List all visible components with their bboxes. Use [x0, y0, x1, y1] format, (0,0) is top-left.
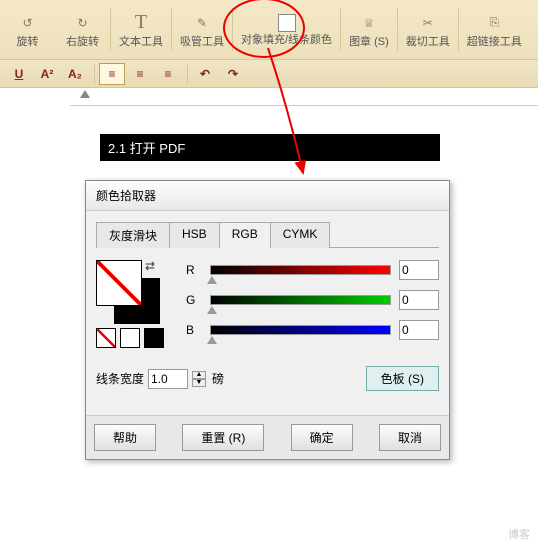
eyedropper-icon: ✎ [191, 12, 213, 34]
line-width-label: 线条宽度 [96, 370, 144, 387]
superscript-button[interactable]: A² [34, 63, 60, 85]
text-tool-button[interactable]: T文本工具 [111, 4, 171, 55]
dialog-title: 颜色拾取器 [86, 181, 449, 211]
fill-swatch[interactable]: ⇄ [96, 260, 142, 306]
fill-color-icon [278, 14, 296, 32]
align-right-button[interactable]: ≡ [155, 63, 181, 85]
redo-button[interactable]: ↷ [220, 63, 246, 85]
doc-heading: 2.1 打开 PDF [100, 134, 440, 161]
crop-icon: ✂ [417, 12, 439, 34]
rotate-right-button[interactable]: ↻右旋转 [55, 4, 110, 55]
line-width-spinner[interactable]: ▲▼ [192, 371, 206, 387]
r-input[interactable] [399, 260, 439, 280]
g-label: G [186, 293, 202, 307]
rotate-left-button[interactable]: ↺旋转 [0, 4, 55, 55]
subscript-button[interactable]: A₂ [62, 63, 88, 85]
swap-icon[interactable]: ⇄ [145, 259, 155, 273]
b-input[interactable] [399, 320, 439, 340]
ruler [70, 88, 538, 106]
tab-cmyk[interactable]: CYMK [270, 222, 331, 248]
swatch-area: ⇄ [96, 260, 176, 350]
none-swatch[interactable] [96, 328, 116, 348]
fill-stroke-color-button[interactable]: 对象填充/线条颜色 [233, 4, 340, 55]
g-slider[interactable] [210, 295, 391, 305]
color-mode-tabs: 灰度滑块 HSB RGB CYMK [96, 221, 439, 248]
rgb-sliders: R G B [176, 260, 439, 350]
palette-button[interactable]: 色板 (S) [366, 366, 439, 391]
align-left-button[interactable]: ≡ [99, 63, 125, 85]
cancel-button[interactable]: 取消 [379, 424, 441, 451]
line-width-input[interactable] [148, 369, 188, 389]
b-slider[interactable] [210, 325, 391, 335]
stamp-icon: ♕ [358, 12, 380, 34]
crop-button[interactable]: ✂裁切工具 [398, 4, 458, 55]
hyperlink-button[interactable]: ⎘超链接工具 [459, 4, 530, 55]
white-swatch[interactable] [120, 328, 140, 348]
g-input[interactable] [399, 290, 439, 310]
r-label: R [186, 263, 202, 277]
text-icon: T [130, 12, 152, 34]
tab-hsb[interactable]: HSB [169, 222, 220, 248]
rotate-left-icon: ↺ [17, 12, 39, 34]
help-button[interactable]: 帮助 [94, 424, 156, 451]
r-slider[interactable] [210, 265, 391, 275]
b-label: B [186, 323, 202, 337]
tab-grayscale[interactable]: 灰度滑块 [96, 222, 170, 248]
tab-rgb[interactable]: RGB [219, 222, 271, 248]
undo-button[interactable]: ↶ [192, 63, 218, 85]
watermark: 博客 [508, 526, 530, 542]
format-toolbar: U A² A₂ ≡ ≡ ≡ ↶ ↷ [0, 60, 538, 88]
spin-down-icon[interactable]: ▼ [192, 379, 206, 387]
separator [94, 64, 95, 84]
reset-button[interactable]: 重置 (R) [182, 424, 264, 451]
separator [187, 64, 188, 84]
color-picker-dialog: 颜色拾取器 灰度滑块 HSB RGB CYMK ⇄ R G [85, 180, 450, 460]
stamp-button[interactable]: ♕图章 (S) [341, 4, 397, 55]
line-width-unit: 磅 [212, 370, 224, 387]
underline-button[interactable]: U [6, 63, 32, 85]
align-center-button[interactable]: ≡ [127, 63, 153, 85]
ok-button[interactable]: 确定 [291, 424, 353, 451]
black-swatch[interactable] [144, 328, 164, 348]
eyedropper-button[interactable]: ✎吸管工具 [172, 4, 232, 55]
spin-up-icon[interactable]: ▲ [192, 371, 206, 379]
rotate-right-icon: ↻ [72, 12, 94, 34]
main-toolbar: ↺旋转 ↻右旋转 T文本工具 ✎吸管工具 对象填充/线条颜色 ♕图章 (S) ✂… [0, 0, 538, 60]
link-icon: ⎘ [483, 12, 505, 34]
